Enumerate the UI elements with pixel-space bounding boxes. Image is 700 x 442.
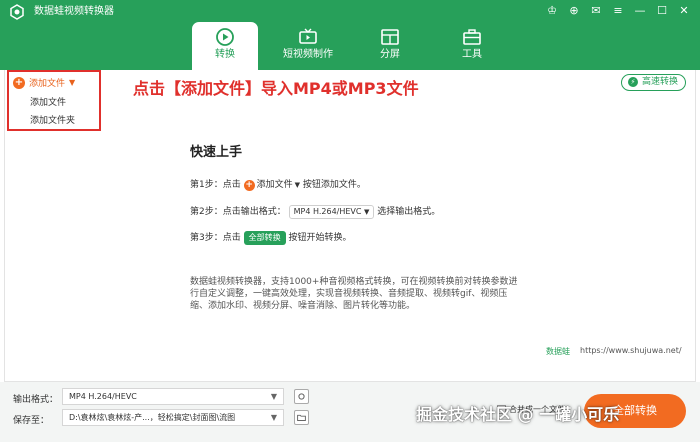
caret-down-icon: ▼ [69, 78, 76, 87]
close-icon[interactable]: ✕ [674, 3, 694, 19]
save-path-value: D:\袁林炫\袁林炫-产...，轻松搞定\封面图\流图 [69, 413, 236, 422]
tab-label: 短视频制作 [283, 49, 333, 60]
tv-icon [299, 28, 317, 44]
step-3-suffix: 按钮开始转换。 [288, 233, 352, 243]
footer-site-link[interactable]: https://www.shujuwa.net/ [580, 346, 682, 355]
cart-icon[interactable]: ⊕ [564, 3, 584, 19]
footer-brand[interactable]: 数据蛙 [546, 346, 570, 357]
watermark-text: 掘金技术社区 @ 一罐小可乐 [416, 405, 620, 424]
app-title: 数据蛙视频转换器 [34, 6, 114, 17]
high-speed-label: 高速转换 [642, 77, 679, 87]
settings-icon[interactable] [294, 389, 309, 404]
maximize-icon[interactable]: ☐ [652, 3, 672, 19]
description-text: 数据蛙视频转换器，支持1000+种音视频格式转换，可在视频转换前对转换参数进行自… [190, 277, 518, 311]
output-format-select[interactable]: MP4 H.264/HEVC ▼ [62, 388, 284, 405]
step-add-file-button[interactable]: + 添加文件 ▼ [243, 178, 301, 192]
output-format-value: MP4 H.264/HEVC [69, 392, 137, 401]
menu-item-add-file[interactable]: 添加文件 [30, 97, 66, 109]
menu-icon[interactable]: ≡ [608, 3, 628, 19]
plus-icon: + [243, 179, 255, 191]
tab-split-screen[interactable]: 分屏 [357, 22, 423, 70]
output-format-label: 输出格式： [13, 395, 59, 405]
app-logo-icon [10, 4, 24, 20]
step-1: 第1步：点击 + 添加文件 ▼ 按钮添加文件。 [190, 178, 366, 193]
toolbox-icon [463, 29, 481, 45]
tab-short-video[interactable]: 短视频制作 [275, 22, 341, 70]
add-file-menu: + 添加文件 ▼ 添加文件 添加文件夹 [7, 70, 101, 131]
annotation-text: 点击【添加文件】导入MP4或MP3文件 [133, 79, 419, 98]
step-3-prefix: 第3步：点击 [190, 233, 241, 243]
window-controls: ♔ ⊕ ✉ ≡ — ☐ ✕ [542, 3, 694, 19]
step-convert-all-button[interactable]: 全部转换 [243, 231, 286, 245]
main-panel [4, 70, 696, 382]
step-2: 第2步：点击输出格式： MP4 H.264/HEVC ▼ 选择输出格式。 [190, 205, 440, 220]
minimize-icon[interactable]: — [630, 3, 650, 19]
step-1-suffix: 按钮添加文件。 [302, 180, 366, 190]
caret-down-icon: ▼ [364, 208, 370, 216]
crown-icon[interactable]: ♔ [542, 3, 562, 19]
add-file-button[interactable]: + 添加文件 ▼ [13, 76, 75, 89]
quick-start-title: 快速上手 [190, 145, 243, 160]
high-speed-button[interactable]: ⚡ 高速转换 [621, 74, 686, 91]
title-bar: 数据蛙视频转换器 ♔ ⊕ ✉ ≡ — ☐ ✕ 转换 短视频制作 分屏 工具 [0, 0, 700, 70]
folder-icon[interactable] [294, 410, 309, 425]
save-path-select[interactable]: D:\袁林炫\袁林炫-产...，轻松搞定\封面图\流图 ▼ [62, 409, 284, 426]
step-1-prefix: 第1步：点击 [190, 180, 241, 190]
plus-icon: + [13, 76, 25, 89]
caret-down-icon: ▼ [270, 392, 277, 401]
step-2-suffix: 选择输出格式。 [377, 207, 441, 217]
lightning-icon: ⚡ [628, 77, 638, 87]
tab-label: 工具 [462, 49, 482, 60]
step-3: 第3步：点击 全部转换 按钮开始转换。 [190, 231, 352, 246]
tab-convert[interactable]: 转换 [192, 22, 258, 70]
split-screen-icon [381, 29, 399, 45]
tab-tools[interactable]: 工具 [439, 22, 505, 70]
add-file-label: 添加文件 [29, 79, 66, 89]
step-add-file-label: 添加文件 [256, 180, 293, 190]
step-format-label: MP4 H.264/HEVC [293, 207, 362, 216]
menu-item-add-folder[interactable]: 添加文件夹 [30, 115, 75, 127]
step-format-selector[interactable]: MP4 H.264/HEVC ▼ [288, 205, 375, 219]
caret-down-icon: ▼ [270, 413, 277, 422]
app-window: 数据蛙视频转换器 ♔ ⊕ ✉ ≡ — ☐ ✕ 转换 短视频制作 分屏 工具 + … [0, 0, 700, 442]
tab-label: 转换 [215, 49, 235, 60]
email-icon[interactable]: ✉ [586, 3, 606, 19]
save-to-label: 保存至： [13, 416, 50, 426]
convert-icon [216, 28, 234, 46]
caret-down-icon: ▼ [294, 181, 301, 189]
step-2-prefix: 第2步：点击输出格式： [190, 207, 286, 217]
tab-label: 分屏 [380, 49, 400, 60]
